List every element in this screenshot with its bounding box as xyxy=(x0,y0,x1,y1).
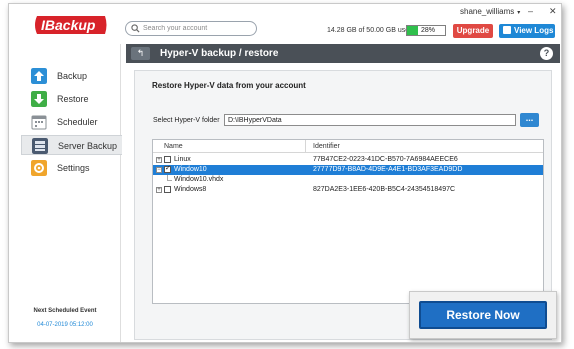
column-header-identifier: Identifier xyxy=(313,143,340,150)
storage-usage-fill xyxy=(407,26,418,35)
sidebar-item-label: Restore xyxy=(57,94,89,104)
browse-button[interactable]: ... xyxy=(520,113,539,127)
section-heading: Restore Hyper-V data from your account xyxy=(152,81,306,90)
view-logs-button[interactable]: View Logs xyxy=(499,24,555,38)
row-name: Linux xyxy=(174,156,191,163)
row-identifier: 77B47CE2-0223-41DC-B570-7A6984AEECE6 xyxy=(313,156,458,163)
user-menu[interactable]: shane_williams ▾ xyxy=(460,7,520,16)
expand-icon[interactable]: + xyxy=(156,187,162,193)
column-divider xyxy=(305,140,306,153)
sidebar: Backup Restore Scheduler Server Backup S… xyxy=(9,44,122,342)
collapse-icon[interactable]: − xyxy=(156,167,162,173)
table-header: Name Identifier xyxy=(153,140,543,153)
row-identifier: 827DA2E3-1EE6-420B-B5C4-24354518497C xyxy=(313,186,456,193)
next-event-datetime: 04-07-2019 05:12:00 xyxy=(37,322,93,328)
row-name: Windows8 xyxy=(174,186,207,193)
panel-titlebar: ↰ Hyper-V backup / restore ? xyxy=(126,44,560,63)
view-logs-label: View Logs xyxy=(514,26,554,35)
table-row-selected[interactable]: − Window10 27777D97-B8AD-4D9E-A4E1-BD3AF… xyxy=(153,164,543,175)
page-title: Hyper-V backup / restore xyxy=(160,48,279,59)
username: shane_williams xyxy=(460,7,515,16)
logo-text: IBackup xyxy=(41,17,96,33)
ibackup-logo: IBackup xyxy=(35,16,107,34)
upgrade-button[interactable]: Upgrade xyxy=(453,24,493,38)
server-icon xyxy=(32,138,48,154)
minimize-button[interactable]: – xyxy=(528,6,533,16)
sidebar-item-restore[interactable]: Restore xyxy=(21,89,121,109)
storage-usage-percent: 28% xyxy=(421,27,436,34)
logs-icon xyxy=(503,26,511,34)
vm-table: Name Identifier + Linux 77B47CE2-0223-41… xyxy=(152,139,544,304)
close-button[interactable]: ✕ xyxy=(549,6,557,17)
sidebar-item-backup[interactable]: Backup xyxy=(21,66,121,86)
sidebar-item-settings[interactable]: Settings xyxy=(21,158,121,178)
search-input[interactable] xyxy=(143,23,253,34)
table-row[interactable]: + Linux 77B47CE2-0223-41DC-B570-7A6984AE… xyxy=(153,155,543,165)
arrow-down-icon xyxy=(31,91,47,107)
back-button[interactable]: ↰ xyxy=(131,47,150,60)
sidebar-item-label: Scheduler xyxy=(57,117,98,127)
calendar-icon xyxy=(31,115,47,130)
restore-now-button[interactable]: Restore Now xyxy=(419,301,547,329)
next-event-title: Next Scheduled Event xyxy=(33,308,97,314)
chevron-down-icon: ▾ xyxy=(517,10,521,16)
folder-label: Select Hyper-V folder xyxy=(153,117,220,124)
row-name: Window10 xyxy=(174,166,207,173)
sidebar-item-server-backup[interactable]: Server Backup xyxy=(21,135,122,155)
row-checkbox[interactable] xyxy=(164,186,171,193)
arrow-up-icon xyxy=(31,68,47,84)
table-row[interactable]: + Windows8 827DA2E3-1EE6-420B-B5C4-24354… xyxy=(153,185,543,195)
storage-usage-bar: 28% xyxy=(406,25,446,36)
header: IBackup shane_williams▾ – ✕ 14.28 GB of … xyxy=(9,4,561,44)
restore-now-callout: Restore Now xyxy=(409,291,557,339)
storage-usage-text: 14.28 GB of 50.00 GB used xyxy=(327,27,414,34)
tree-connector xyxy=(167,180,172,181)
sidebar-item-label: Settings xyxy=(57,163,90,173)
search-box[interactable] xyxy=(125,21,257,36)
app-window: IBackup shane_williams▾ – ✕ 14.28 GB of … xyxy=(8,3,562,343)
row-checkbox[interactable] xyxy=(164,156,171,163)
expand-icon[interactable]: + xyxy=(156,157,162,163)
row-checkbox-checked[interactable] xyxy=(164,164,171,173)
row-identifier: 27777D97-B8AD-4D9E-A4E1-BD3AF3EAD9DD xyxy=(313,166,463,173)
sidebar-item-label: Backup xyxy=(57,71,88,81)
sidebar-item-label: Server Backup xyxy=(58,141,118,151)
table-row-child[interactable]: Window10.vhdx xyxy=(153,175,543,185)
help-button[interactable]: ? xyxy=(540,47,553,60)
sidebar-item-scheduler[interactable]: Scheduler xyxy=(21,112,121,132)
row-name: Window10.vhdx xyxy=(174,176,224,183)
column-header-name: Name xyxy=(164,143,183,150)
search-icon xyxy=(131,24,140,33)
folder-path-input[interactable] xyxy=(224,114,516,126)
gear-icon xyxy=(31,160,47,176)
